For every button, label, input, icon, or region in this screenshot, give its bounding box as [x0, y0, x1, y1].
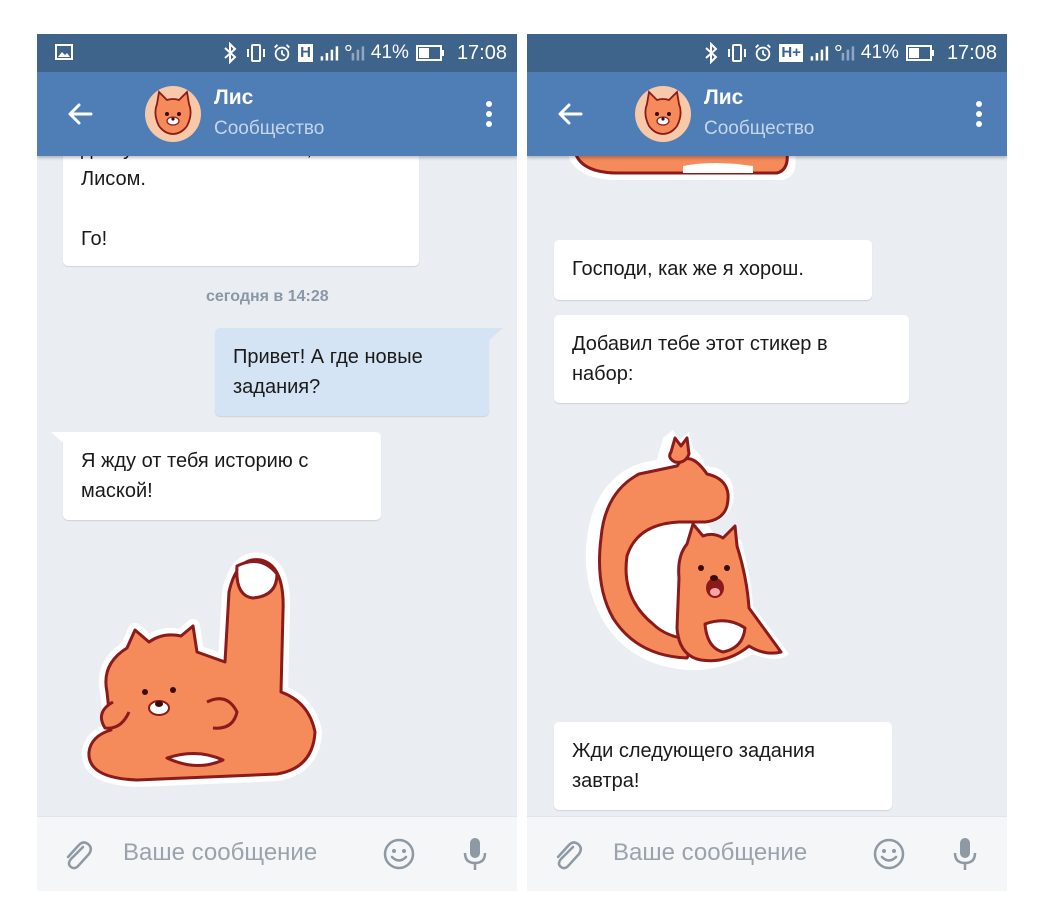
- bluetooth-icon: [705, 42, 718, 64]
- smile-icon[interactable]: [871, 836, 907, 872]
- battery-icon: [905, 45, 934, 61]
- chat-subtitle: Сообщество: [214, 118, 325, 139]
- clock: 17:08: [946, 42, 997, 64]
- alarm-icon: [274, 44, 290, 62]
- status-bar: H 41% 17:08: [37, 34, 517, 72]
- smile-icon[interactable]: [381, 836, 417, 872]
- message-input[interactable]: Ваше сообщение: [613, 839, 807, 867]
- thumbs-up-fox-sticker[interactable]: [577, 428, 807, 678]
- more-vertical-icon[interactable]: [967, 96, 991, 132]
- chat-subtitle: Сообщество: [704, 118, 815, 139]
- incoming-message[interactable]: Господи, как же я хорош.: [554, 240, 872, 300]
- message-list[interactable]: доступна маска со мной, Лисом. Го! сегод…: [37, 156, 517, 816]
- outgoing-bubble-tail: [485, 328, 503, 344]
- paperclip-icon[interactable]: [549, 837, 585, 873]
- signal-icon: [320, 46, 339, 61]
- incoming-bubble-tail: [51, 432, 69, 448]
- signal-no-sim-icon: [835, 44, 855, 61]
- battery-percent: 41%: [370, 42, 409, 63]
- lying-fox-sticker[interactable]: [77, 552, 367, 802]
- clock: 17:08: [456, 42, 507, 64]
- incoming-message[interactable]: Жди следующего задания завтра!: [554, 722, 892, 810]
- message-list[interactable]: Господи, как же я хорош. Добавил тебе эт…: [527, 156, 1007, 816]
- message-input-bar: Ваше сообщение: [37, 816, 517, 891]
- avatar[interactable]: [635, 86, 691, 142]
- fox-avatar-icon: [154, 90, 192, 135]
- microphone-icon[interactable]: [460, 835, 490, 873]
- status-bar: H+ 41% 17:08: [527, 34, 1007, 72]
- phone-screen-left: H 41% 17:08 Лис Сообщество доступна маск…: [37, 34, 517, 918]
- app-bar: Лис Сообщество: [37, 72, 517, 156]
- battery-icon: [415, 45, 444, 61]
- bluetooth-icon: [224, 42, 237, 64]
- chat-title[interactable]: Лис: [704, 86, 743, 110]
- incoming-message-partial[interactable]: доступна маска со мной, Лисом. Го!: [63, 156, 419, 266]
- signal-no-sim-icon: [345, 44, 365, 61]
- arrow-left-icon[interactable]: [551, 94, 591, 134]
- incoming-message[interactable]: Добавил тебе этот стикер в набор:: [554, 315, 909, 403]
- network-type-label: H+: [779, 44, 803, 62]
- microphone-icon[interactable]: [950, 835, 980, 873]
- vibrate-icon: [247, 44, 266, 62]
- avatar[interactable]: [145, 86, 201, 142]
- signal-icon: [810, 46, 829, 61]
- gallery-notification-icon: [55, 44, 73, 60]
- chat-title[interactable]: Лис: [214, 86, 253, 110]
- incoming-message[interactable]: Я жду от тебя историю с маской!: [63, 432, 381, 520]
- more-vertical-icon[interactable]: [477, 96, 501, 132]
- outgoing-message[interactable]: Привет! А где новые задания?: [215, 328, 489, 416]
- phone-screen-right: H+ 41% 17:08 Лис Сообщество Господи, как…: [527, 34, 1007, 918]
- date-separator: сегодня в 14:28: [206, 288, 329, 305]
- partial-fox-sticker[interactable]: [563, 156, 803, 188]
- fox-avatar-icon: [644, 90, 682, 135]
- message-input-bar: Ваше сообщение: [527, 816, 1007, 891]
- battery-percent: 41%: [860, 42, 899, 63]
- paperclip-icon[interactable]: [59, 837, 95, 873]
- app-bar: Лис Сообщество: [527, 72, 1007, 156]
- network-type-label: H: [298, 44, 313, 62]
- arrow-left-icon[interactable]: [61, 94, 101, 134]
- vibrate-icon: [728, 44, 747, 62]
- message-input[interactable]: Ваше сообщение: [123, 839, 317, 867]
- alarm-icon: [755, 44, 772, 62]
